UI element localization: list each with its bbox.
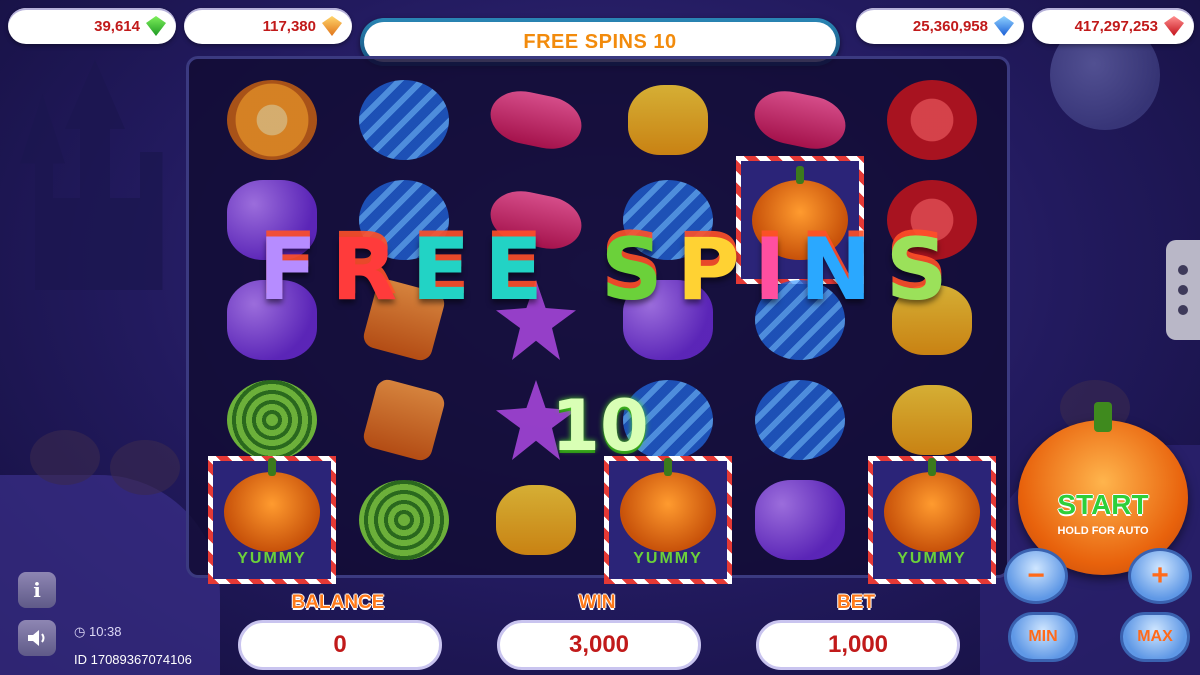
overlay-letter bbox=[557, 220, 601, 320]
reel-cell bbox=[206, 70, 338, 170]
overlay-letter: E bbox=[411, 220, 485, 320]
reel-cell bbox=[338, 70, 470, 170]
menu-dot-icon bbox=[1178, 265, 1188, 275]
info-icon: i bbox=[33, 578, 41, 602]
background-pumpkin bbox=[30, 430, 100, 485]
gum-candy-symbol bbox=[628, 85, 708, 155]
wild-label: YUMMY bbox=[237, 550, 307, 567]
haunted-castle bbox=[20, 60, 163, 290]
reel-cell bbox=[734, 470, 866, 570]
gum-candy-symbol bbox=[496, 485, 576, 555]
gum-candy-symbol bbox=[892, 385, 972, 455]
reel-cell bbox=[470, 470, 602, 570]
pumpkin-wild-symbol: YUMMY bbox=[604, 456, 732, 584]
start-label: START bbox=[1057, 488, 1149, 520]
bet-increase-button[interactable]: + bbox=[1128, 548, 1192, 604]
square-candy-symbol bbox=[361, 377, 447, 463]
clock-time: 10:38 bbox=[88, 624, 122, 639]
blue-gem-icon bbox=[994, 16, 1014, 36]
bet-value: 1,000 bbox=[756, 620, 960, 670]
speaker-icon bbox=[28, 630, 45, 646]
overlay-letter: S bbox=[600, 220, 677, 320]
info-button[interactable]: i bbox=[18, 572, 56, 608]
free-spins-count: 10 bbox=[551, 385, 649, 467]
green-gem-icon bbox=[146, 16, 166, 36]
jackpot-value: 25,360,958 bbox=[912, 17, 988, 35]
grape-candy-symbol bbox=[755, 480, 845, 560]
reel-cell: YUMMY bbox=[602, 456, 734, 584]
plus-icon: + bbox=[1151, 559, 1169, 592]
jelly-candy-symbol bbox=[485, 85, 587, 155]
pumpkin-wild-symbol: YUMMY bbox=[868, 456, 996, 584]
pumpkin-icon bbox=[620, 458, 716, 552]
swirl-candy-symbol bbox=[227, 380, 317, 460]
wild-label: YUMMY bbox=[897, 550, 967, 567]
reel-cell bbox=[866, 70, 998, 170]
clock-icon: ◷ bbox=[74, 624, 86, 639]
reel-cell bbox=[866, 370, 998, 470]
bet-label: BET bbox=[837, 592, 875, 613]
pumpkin-icon bbox=[224, 458, 320, 552]
max-label: MAX bbox=[1137, 628, 1173, 645]
menu-dot-icon bbox=[1178, 305, 1188, 315]
background-pumpkin bbox=[110, 440, 180, 495]
overlay-letter: E bbox=[484, 220, 557, 320]
orange-candy-symbol bbox=[227, 80, 317, 160]
reel-cell: YUMMY bbox=[206, 456, 338, 584]
menu-dot-icon bbox=[1178, 285, 1188, 295]
overlay-letter: N bbox=[799, 220, 886, 320]
sound-button[interactable] bbox=[18, 620, 56, 656]
clock: ◷ 10:38 bbox=[74, 624, 122, 640]
overlay-letter: R bbox=[331, 220, 412, 320]
reel-cell bbox=[734, 370, 866, 470]
min-label: MIN bbox=[1028, 628, 1058, 645]
reel-cell bbox=[338, 370, 470, 470]
jackpot-3: 25,360,958 bbox=[856, 8, 1024, 44]
free-spins-overlay-title: FREE SPINS bbox=[258, 210, 950, 330]
reel-cell bbox=[602, 70, 734, 170]
red-candy-symbol bbox=[887, 80, 977, 160]
pumpkin-stem bbox=[1094, 402, 1112, 432]
jackpot-value: 117,380 bbox=[262, 17, 316, 35]
reel-cell bbox=[470, 70, 602, 170]
jackpot-value: 39,614 bbox=[94, 17, 140, 35]
overlay-letter: S bbox=[885, 220, 962, 320]
min-bet-button[interactable]: MIN bbox=[1008, 612, 1078, 662]
jackpot-1: 39,614 bbox=[8, 8, 176, 44]
bet-decrease-button[interactable]: − bbox=[1004, 548, 1068, 604]
orange-gem-icon bbox=[322, 16, 342, 36]
max-bet-button[interactable]: MAX bbox=[1120, 612, 1190, 662]
red-gem-icon bbox=[1164, 16, 1184, 36]
win-value: 3,000 bbox=[497, 620, 701, 670]
pumpkin-icon bbox=[884, 458, 980, 552]
side-menu-handle[interactable] bbox=[1166, 240, 1200, 340]
reel-cell bbox=[338, 470, 470, 570]
balance-value: 0 bbox=[238, 620, 442, 670]
blue-candy-symbol bbox=[755, 380, 845, 460]
jackpot-4: 417,297,253 bbox=[1032, 8, 1194, 44]
blue-candy-symbol bbox=[359, 80, 449, 160]
minus-icon: − bbox=[1027, 559, 1045, 592]
reel-cell bbox=[734, 70, 866, 170]
jackpot-value: 417,297,253 bbox=[1074, 17, 1158, 35]
overlay-letter: P bbox=[676, 220, 754, 320]
overlay-letter: I bbox=[753, 220, 800, 320]
jelly-candy-symbol bbox=[749, 85, 851, 155]
wild-label: YUMMY bbox=[633, 550, 703, 567]
balance-label: BALANCE bbox=[291, 592, 385, 613]
overlay-letter: F bbox=[258, 220, 332, 320]
pumpkin-wild-symbol: YUMMY bbox=[208, 456, 336, 584]
hold-for-auto-label: HOLD FOR AUTO bbox=[1057, 524, 1149, 537]
swirl-candy-symbol bbox=[359, 480, 449, 560]
jackpot-2: 117,380 bbox=[184, 8, 352, 44]
win-label: WIN bbox=[578, 592, 616, 613]
reel-cell bbox=[206, 370, 338, 470]
round-id: ID 17089367074106 bbox=[74, 652, 192, 667]
reel-cell: YUMMY bbox=[866, 456, 998, 584]
